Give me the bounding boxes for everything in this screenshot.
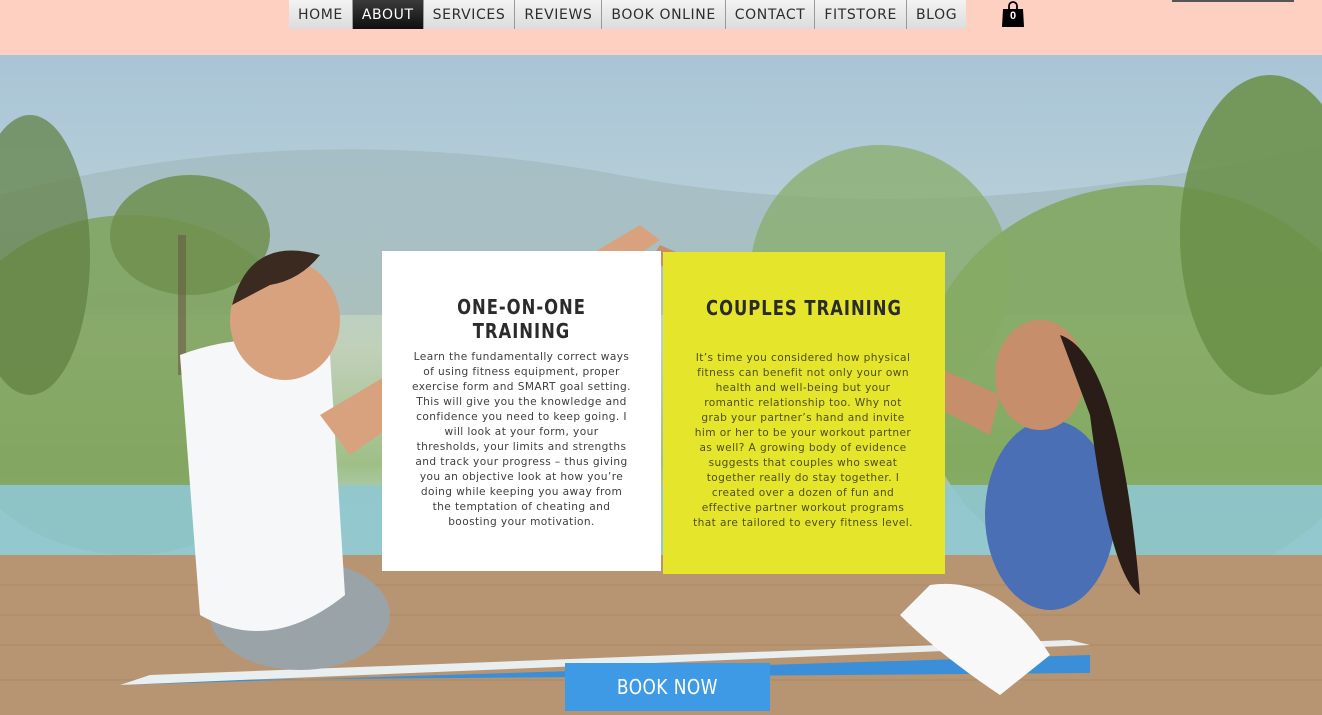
nav-item-services[interactable]: SERVICES — [423, 0, 516, 29]
nav-item-book-online[interactable]: BOOK ONLINE — [602, 0, 726, 29]
book-now-button[interactable]: BOOK NOW — [565, 663, 770, 711]
cart-count: 0 — [1009, 10, 1017, 22]
hero-background-image — [0, 55, 1322, 715]
nav-item-reviews[interactable]: REVIEWS — [515, 0, 603, 29]
couples-training-card: COUPLES TRAINING It’s time you considere… — [663, 252, 945, 574]
card-description: It’s time you considered how physical fi… — [693, 352, 913, 529]
nav-item-home[interactable]: HOME — [289, 0, 353, 29]
nav-item-contact[interactable]: CONTACT — [725, 0, 816, 29]
nav-item-blog[interactable]: BLOG — [906, 0, 967, 29]
hero-scene-illustration — [0, 75, 1322, 715]
card-description: Learn the fundamentally correct ways of … — [412, 351, 631, 528]
cart-button[interactable]: 0 — [1001, 1, 1025, 27]
login-bar[interactable] — [1172, 0, 1294, 2]
nav-item-about[interactable]: ABOUT — [352, 0, 424, 29]
site-header: HOME ABOUT SERVICES REVIEWS BOOK ONLINE … — [0, 0, 1322, 55]
main-nav: HOME ABOUT SERVICES REVIEWS BOOK ONLINE … — [289, 0, 967, 29]
nav-item-fitstore[interactable]: FITSTORE — [815, 0, 907, 29]
card-title: COUPLES TRAINING — [706, 296, 902, 320]
book-now-label: BOOK NOW — [617, 675, 718, 699]
one-on-one-training-card: ONE-ON-ONE TRAINING Learn the fundamenta… — [382, 251, 661, 571]
card-title: ONE-ON-ONE TRAINING — [457, 295, 586, 343]
